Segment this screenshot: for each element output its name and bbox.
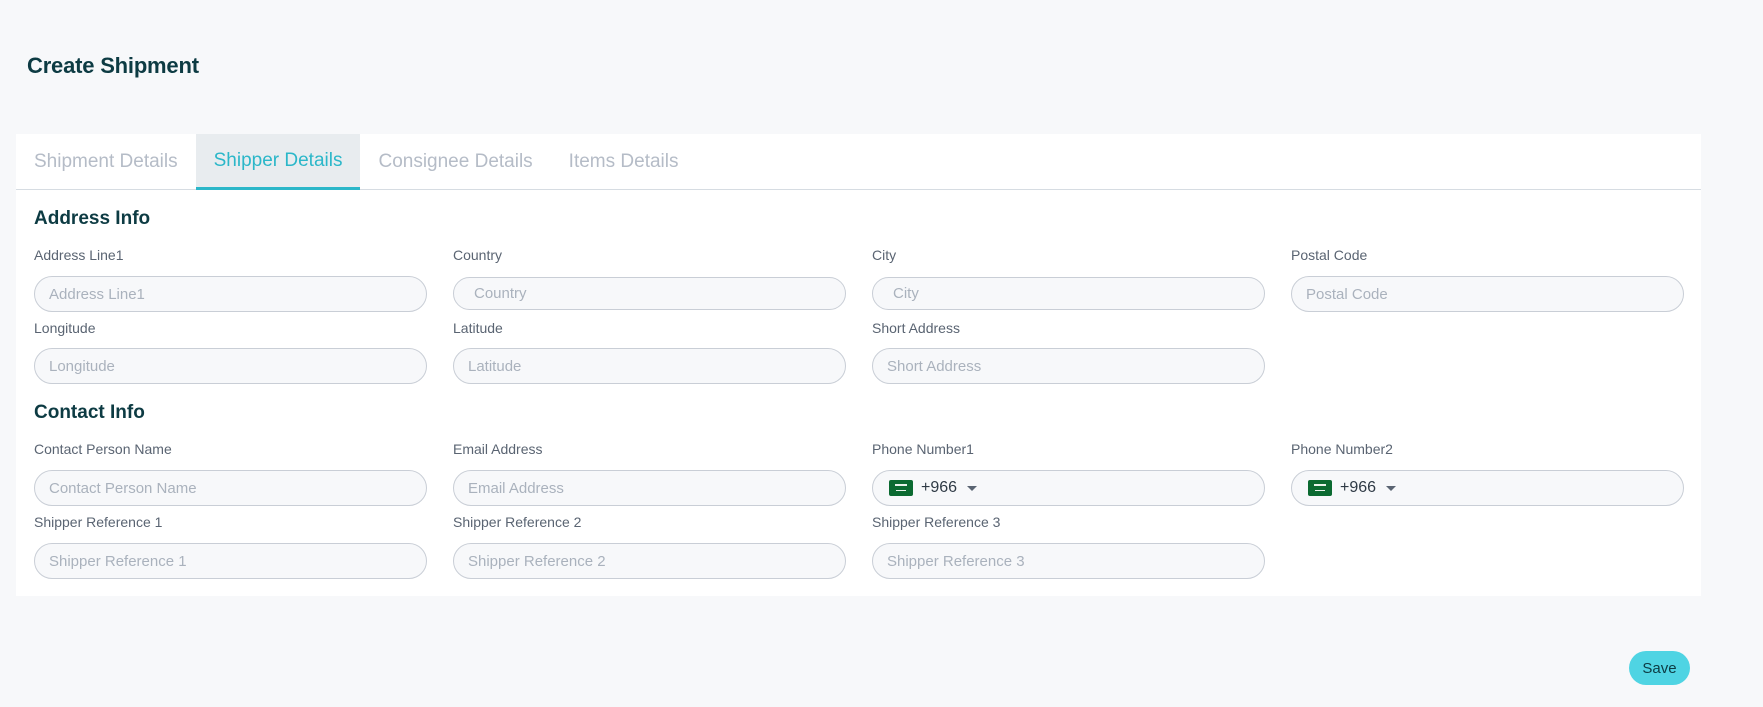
tab-items-details[interactable]: Items Details: [551, 134, 697, 190]
phone-number1-label: Phone Number1: [872, 441, 974, 457]
country-select[interactable]: Country: [453, 277, 846, 310]
shipper-reference-2-label: Shipper Reference 2: [453, 514, 582, 530]
tab-shipper-details[interactable]: Shipper Details: [195, 134, 361, 190]
longitude-label: Longitude: [34, 320, 96, 336]
phone-number1-dial-code: +966: [921, 479, 958, 496]
tab-shipment-details[interactable]: Shipment Details: [16, 134, 196, 190]
shipper-reference-1-label: Shipper Reference 1: [34, 514, 163, 530]
tab-consignee-details[interactable]: Consignee Details: [360, 134, 550, 190]
contact-info-heading: Contact Info: [34, 402, 145, 423]
shipper-reference-1-input[interactable]: [34, 543, 427, 579]
longitude-input[interactable]: [34, 348, 427, 384]
short-address-input[interactable]: [872, 348, 1265, 384]
latitude-input[interactable]: [453, 348, 846, 384]
saudi-arabia-flag-icon: [1308, 480, 1332, 496]
phone-number1-input[interactable]: [989, 471, 1264, 505]
page-title: Create Shipment: [27, 53, 199, 78]
city-select[interactable]: City: [872, 277, 1265, 310]
phone-number2-country-selector[interactable]: +966: [1308, 479, 1397, 497]
contact-person-name-input[interactable]: [34, 470, 427, 506]
shipper-reference-3-input[interactable]: [872, 543, 1265, 579]
chevron-down-icon: [967, 485, 978, 491]
country-label: Country: [453, 247, 503, 263]
chevron-down-icon: [1386, 485, 1397, 491]
address-line1-input[interactable]: [34, 276, 427, 312]
postal-code-label: Postal Code: [1291, 247, 1368, 263]
postal-code-input[interactable]: [1291, 276, 1684, 312]
address-line1-label: Address Line1: [34, 247, 124, 263]
short-address-label: Short Address: [872, 320, 960, 336]
phone-number2-label: Phone Number2: [1291, 441, 1393, 457]
shipper-reference-2-input[interactable]: [453, 543, 846, 579]
email-address-input[interactable]: [453, 470, 846, 506]
shipper-reference-3-label: Shipper Reference 3: [872, 514, 1001, 530]
shipment-form-card: Shipment Details Shipper Details Consign…: [16, 134, 1701, 596]
email-address-label: Email Address: [453, 441, 543, 457]
country-placeholder: Country: [474, 285, 527, 302]
phone-number2-dial-code: +966: [1340, 479, 1377, 496]
phone-number1-country-selector[interactable]: +966: [889, 479, 978, 497]
contact-person-name-label: Contact Person Name: [34, 441, 172, 457]
address-info-heading: Address Info: [34, 208, 151, 229]
save-button[interactable]: Save: [1629, 651, 1690, 685]
phone-number2-field: +966: [1291, 470, 1684, 506]
tab-bar: Shipment Details Shipper Details Consign…: [16, 134, 1701, 190]
city-placeholder: City: [893, 285, 919, 302]
latitude-label: Latitude: [453, 320, 503, 336]
city-label: City: [872, 247, 897, 263]
phone-number2-input[interactable]: [1408, 471, 1683, 505]
saudi-arabia-flag-icon: [889, 480, 913, 496]
phone-number1-field: +966: [872, 470, 1265, 506]
